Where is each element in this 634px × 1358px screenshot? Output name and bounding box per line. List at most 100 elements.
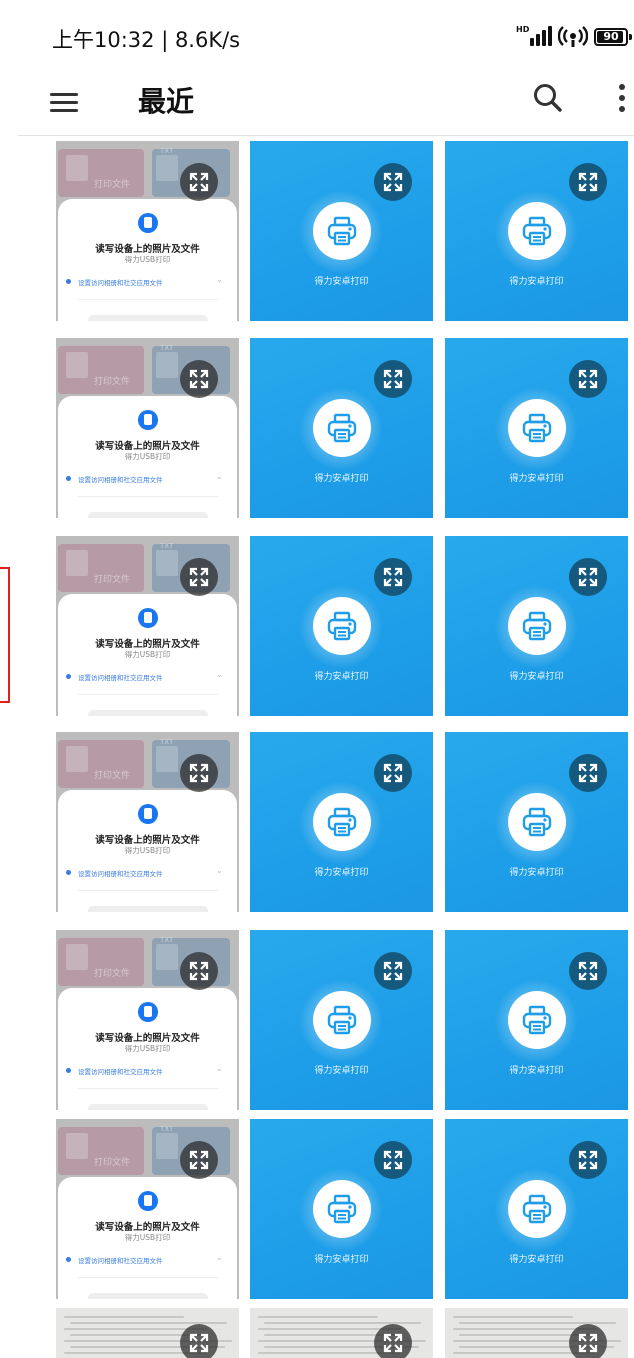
expand-icon[interactable] — [569, 1141, 607, 1179]
document-photo-thumbnail[interactable] — [56, 1308, 239, 1358]
printer-logo — [508, 202, 566, 260]
app-thumbnail[interactable]: 得力安卓打印 — [250, 732, 433, 912]
app-thumbnail[interactable]: 得力安卓打印 — [445, 536, 628, 716]
permission-sheet: 读写设备上的照片及文件 得力USB打印 设置访问相册和社交应用文件 ⌄ — [58, 988, 237, 1110]
app-name-label: 得力安卓打印 — [314, 474, 369, 484]
expand-icon[interactable] — [569, 754, 607, 792]
app-thumbnail[interactable]: 得力安卓打印 — [445, 930, 628, 1110]
printer-logo — [508, 597, 566, 655]
expand-icon[interactable] — [374, 558, 412, 596]
app-name-label: 得力安卓打印 — [509, 868, 564, 878]
expand-icon[interactable] — [374, 1324, 412, 1358]
recent-grid: 打印文件 TXT 读写设备上的照片及文件 得力USB打印 设置访问相册和社交应用… — [0, 0, 634, 1358]
document-icon — [66, 944, 88, 970]
app-thumbnail[interactable]: 得力安卓打印 — [250, 536, 433, 716]
document-icon — [156, 352, 178, 378]
printer-icon — [327, 413, 357, 443]
permission-title: 读写设备上的照片及文件 — [95, 1222, 200, 1233]
permission-option: 设置访问相册和社交应用文件 — [78, 1257, 163, 1265]
printer-logo — [313, 1180, 371, 1238]
document-photo-thumbnail[interactable] — [250, 1308, 433, 1358]
app-name-label: 得力安卓打印 — [314, 1255, 369, 1265]
document-icon — [156, 746, 178, 772]
app-logo-icon — [138, 1002, 158, 1022]
divider — [78, 1088, 218, 1089]
app-thumbnail[interactable]: 得力安卓打印 — [445, 1119, 628, 1299]
battery-icon: 90 — [594, 28, 632, 46]
app-name-label: 得力安卓打印 — [509, 474, 564, 484]
print-file-label: 打印文件 — [94, 575, 131, 585]
divider — [78, 890, 218, 891]
printer-logo — [313, 991, 371, 1049]
app-name-label: 得力安卓打印 — [314, 672, 369, 682]
expand-icon[interactable] — [569, 952, 607, 990]
expand-icon[interactable] — [569, 360, 607, 398]
app-thumbnail[interactable]: 得力安卓打印 — [445, 141, 628, 321]
printer-icon — [522, 1194, 552, 1224]
screenshot-thumbnail[interactable]: 打印文件 TXT 读写设备上的照片及文件 得力USB打印 设置访问相册和社交应用… — [56, 338, 239, 518]
document-icon — [66, 155, 88, 181]
app-thumbnail[interactable]: 得力安卓打印 — [445, 732, 628, 912]
screenshot-thumbnail[interactable]: 打印文件 TXT 读写设备上的照片及文件 得力USB打印 设置访问相册和社交应用… — [56, 141, 239, 321]
print-file-label: 打印文件 — [94, 1158, 131, 1168]
screenshot-thumbnail[interactable]: 打印文件 TXT 读写设备上的照片及文件 得力USB打印 设置访问相册和社交应用… — [56, 930, 239, 1110]
expand-icon[interactable] — [180, 558, 218, 596]
app-thumbnail[interactable]: 得力安卓打印 — [250, 1119, 433, 1299]
app-thumbnail[interactable]: 得力安卓打印 — [250, 338, 433, 518]
sheet-button — [88, 906, 208, 912]
document-icon — [156, 155, 178, 181]
chevron-down-icon: ⌄ — [216, 472, 223, 481]
printer-logo — [508, 1180, 566, 1238]
printer-icon — [522, 216, 552, 246]
app-logo-icon — [138, 804, 158, 824]
app-thumbnail[interactable]: 得力安卓打印 — [250, 141, 433, 321]
app-thumbnail[interactable]: 得力安卓打印 — [445, 338, 628, 518]
print-file-label: 打印文件 — [94, 377, 131, 387]
app-thumbnail[interactable]: 得力安卓打印 — [250, 930, 433, 1110]
sheet-button — [88, 1293, 208, 1299]
permission-option: 设置访问相册和社交应用文件 — [78, 279, 163, 287]
sheet-button — [88, 1104, 208, 1110]
document-photo-thumbnail[interactable] — [445, 1308, 628, 1358]
printer-logo — [313, 597, 371, 655]
expand-icon[interactable] — [374, 1141, 412, 1179]
document-icon — [66, 550, 88, 576]
sheet-button — [88, 710, 208, 716]
printer-icon — [522, 611, 552, 641]
screenshot-thumbnail[interactable]: 打印文件 TXT 读写设备上的照片及文件 得力USB打印 设置访问相册和社交应用… — [56, 1119, 239, 1299]
document-icon — [66, 746, 88, 772]
permission-option: 设置访问相册和社交应用文件 — [78, 674, 163, 682]
document-icon — [156, 550, 178, 576]
permission-option: 设置访问相册和社交应用文件 — [78, 476, 163, 484]
permission-app-name: 得力USB打印 — [124, 650, 171, 659]
app-name-label: 得力安卓打印 — [509, 1255, 564, 1265]
expand-icon[interactable] — [374, 754, 412, 792]
txt-label: TXT — [160, 738, 174, 746]
option-dot-icon — [66, 279, 71, 284]
expand-icon[interactable] — [569, 163, 607, 201]
permission-app-name: 得力USB打印 — [124, 846, 171, 855]
expand-icon[interactable] — [180, 360, 218, 398]
txt-label: TXT — [160, 542, 174, 550]
printer-logo — [508, 399, 566, 457]
expand-icon[interactable] — [374, 360, 412, 398]
printer-logo — [313, 399, 371, 457]
screenshot-thumbnail[interactable]: 打印文件 TXT 读写设备上的照片及文件 得力USB打印 设置访问相册和社交应用… — [56, 732, 239, 912]
permission-title: 读写设备上的照片及文件 — [95, 835, 200, 846]
screenshot-thumbnail[interactable]: 打印文件 TXT 读写设备上的照片及文件 得力USB打印 设置访问相册和社交应用… — [56, 536, 239, 716]
expand-icon[interactable] — [180, 952, 218, 990]
app-logo-icon — [138, 213, 158, 233]
expand-icon[interactable] — [569, 558, 607, 596]
app-name-label: 得力安卓打印 — [509, 1066, 564, 1076]
app-name-label: 得力安卓打印 — [314, 1066, 369, 1076]
expand-icon[interactable] — [180, 1324, 218, 1358]
expand-icon[interactable] — [180, 754, 218, 792]
expand-icon[interactable] — [374, 952, 412, 990]
battery-level: 90 — [603, 30, 619, 43]
printer-logo — [508, 991, 566, 1049]
expand-icon[interactable] — [180, 163, 218, 201]
expand-icon[interactable] — [374, 163, 412, 201]
expand-icon[interactable] — [180, 1141, 218, 1179]
expand-icon[interactable] — [569, 1324, 607, 1358]
chevron-down-icon: ⌄ — [216, 275, 223, 284]
